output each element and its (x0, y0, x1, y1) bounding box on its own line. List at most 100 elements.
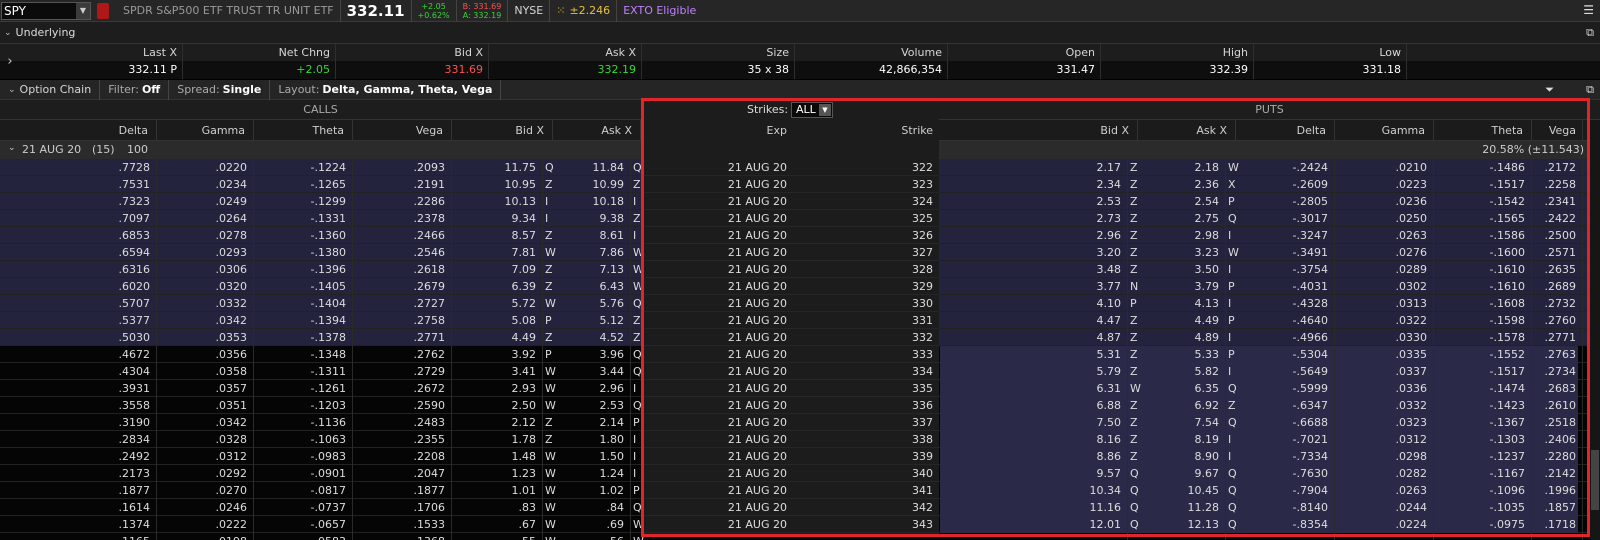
put-bid[interactable]: 5.31 (1040, 346, 1128, 363)
call-delta[interactable]: .7097 (60, 210, 157, 227)
put-ask[interactable]: 6.35 (1138, 380, 1226, 397)
put-theta[interactable]: -.1565 (1434, 210, 1532, 227)
put-ask[interactable]: 11.28 (1138, 499, 1226, 516)
call-bid[interactable]: 3.41 (452, 363, 543, 380)
put-gamma[interactable]: .0244 (1335, 499, 1434, 516)
put-theta[interactable]: -.1035 (1434, 499, 1532, 516)
put-theta[interactable]: -.1610 (1434, 261, 1532, 278)
put-vega[interactable]: .2571 (1532, 244, 1583, 261)
put-gamma[interactable]: .0276 (1335, 244, 1434, 261)
put-bid[interactable]: 4.10 (1040, 295, 1128, 312)
put-vega[interactable]: .2280 (1532, 448, 1583, 465)
strike-row[interactable]: 21 AUG 20 322 (641, 159, 939, 176)
strike-row[interactable]: 21 AUG 20 325 (641, 210, 939, 227)
put-gamma[interactable]: .0282 (1335, 465, 1434, 482)
put-theta[interactable]: -.1096 (1434, 482, 1532, 499)
col-put-gamma[interactable]: Gamma (1335, 120, 1434, 141)
call-theta[interactable]: -.1348 (254, 346, 353, 363)
put-vega[interactable]: .2406 (1532, 431, 1583, 448)
call-delta[interactable]: .1877 (60, 482, 157, 499)
call-bid[interactable]: 1.01 (452, 482, 543, 499)
call-vega[interactable]: .1706 (353, 499, 452, 516)
call-vega[interactable]: .2546 (353, 244, 452, 261)
option-chain-toggle[interactable]: ⌄ Option Chain (0, 79, 101, 100)
call-vega[interactable]: .2208 (353, 448, 452, 465)
call-delta[interactable]: .7728 (60, 159, 157, 176)
put-gamma[interactable]: .0236 (1335, 193, 1434, 210)
put-vega[interactable]: .1996 (1532, 482, 1583, 499)
strike-row[interactable]: 21 AUG 20 341 (641, 482, 939, 499)
put-vega[interactable]: .2341 (1532, 193, 1583, 210)
call-ask[interactable]: 6.43 (553, 278, 631, 295)
call-vega[interactable]: .2590 (353, 397, 452, 414)
call-bid[interactable]: 1.78 (452, 431, 543, 448)
strike-row[interactable]: 21 AUG 20 334 (641, 363, 939, 380)
strike-row[interactable]: 21 AUG 20 327 (641, 244, 939, 261)
put-vega[interactable]: .2258 (1532, 176, 1583, 193)
call-ask[interactable]: 11.84 (553, 159, 631, 176)
put-bid[interactable]: 5.79 (1040, 363, 1128, 380)
call-gamma[interactable]: .0234 (157, 176, 254, 193)
call-bid[interactable]: 9.34 (452, 210, 543, 227)
strike-row[interactable]: 21 AUG 20 339 (641, 448, 939, 465)
call-vega[interactable]: .1877 (353, 482, 452, 499)
put-vega[interactable]: .2732 (1532, 295, 1583, 312)
scroll-thumb[interactable] (1591, 450, 1599, 510)
strike-row[interactable]: 21 AUG 20 343 (641, 516, 939, 533)
call-delta[interactable]: .7323 (60, 193, 157, 210)
call-vega[interactable]: .2727 (353, 295, 452, 312)
col-put-vega[interactable]: Vega (1532, 120, 1583, 141)
call-vega[interactable]: .2758 (353, 312, 452, 329)
put-ask[interactable]: 8.90 (1138, 448, 1226, 465)
call-ask[interactable]: 1.50 (553, 448, 631, 465)
call-gamma[interactable]: .0220 (157, 159, 254, 176)
put-ask[interactable]: 4.49 (1138, 312, 1226, 329)
call-bid[interactable]: 7.09 (452, 261, 543, 278)
call-bid[interactable]: .83 (452, 499, 543, 516)
spread-control[interactable]: Spread: Single (169, 79, 271, 100)
put-gamma[interactable]: .0332 (1335, 397, 1434, 414)
call-ask[interactable]: 1.24 (553, 465, 631, 482)
call-gamma[interactable]: .0356 (157, 346, 254, 363)
call-delta[interactable]: .7531 (60, 176, 157, 193)
put-gamma[interactable]: .0302 (1335, 278, 1434, 295)
put-ask[interactable]: 10.45 (1138, 482, 1226, 499)
put-delta[interactable]: -.5304 (1236, 346, 1335, 363)
call-delta[interactable]: .5377 (60, 312, 157, 329)
call-theta[interactable]: -.1405 (254, 278, 353, 295)
put-theta[interactable]: -.1552 (1434, 346, 1532, 363)
chevron-right-icon[interactable]: › (0, 44, 20, 79)
symbol-selector[interactable]: SPY ▼ (1, 1, 91, 20)
call-ask[interactable]: 7.86 (553, 244, 631, 261)
call-theta[interactable]: -.1261 (254, 380, 353, 397)
call-delta[interactable]: .4672 (60, 346, 157, 363)
put-delta[interactable]: -.5999 (1236, 380, 1335, 397)
put-delta[interactable]: -.6688 (1236, 414, 1335, 431)
collapse-icon[interactable]: ⏷ (1545, 83, 1554, 97)
put-gamma[interactable]: .0224 (1335, 516, 1434, 533)
put-delta[interactable]: -.8140 (1236, 499, 1335, 516)
call-gamma[interactable]: .0246 (157, 499, 254, 516)
put-ask[interactable]: 3.50 (1138, 261, 1226, 278)
put-gamma[interactable]: .0312 (1335, 431, 1434, 448)
call-vega[interactable]: .2483 (353, 414, 452, 431)
put-ask[interactable]: 3.79 (1138, 278, 1226, 295)
put-bid[interactable]: 4.87 (1040, 329, 1128, 346)
put-theta[interactable]: -.1367 (1434, 414, 1532, 431)
put-bid[interactable]: 3.48 (1040, 261, 1128, 278)
put-bid[interactable]: 9.57 (1040, 465, 1128, 482)
call-bid[interactable]: 10.95 (452, 176, 543, 193)
call-ask[interactable]: 8.61 (553, 227, 631, 244)
put-bid[interactable]: 2.34 (1040, 176, 1128, 193)
call-gamma[interactable]: .0293 (157, 244, 254, 261)
call-gamma[interactable]: .0328 (157, 431, 254, 448)
put-delta[interactable]: -.7334 (1236, 448, 1335, 465)
call-gamma[interactable]: .0278 (157, 227, 254, 244)
call-theta[interactable]: -.1203 (254, 397, 353, 414)
call-delta[interactable]: .6316 (60, 261, 157, 278)
put-bid[interactable]: 2.73 (1040, 210, 1128, 227)
call-ask[interactable]: 2.53 (553, 397, 631, 414)
call-delta[interactable]: .3190 (60, 414, 157, 431)
call-gamma[interactable]: .0270 (157, 482, 254, 499)
call-delta[interactable]: .3558 (60, 397, 157, 414)
